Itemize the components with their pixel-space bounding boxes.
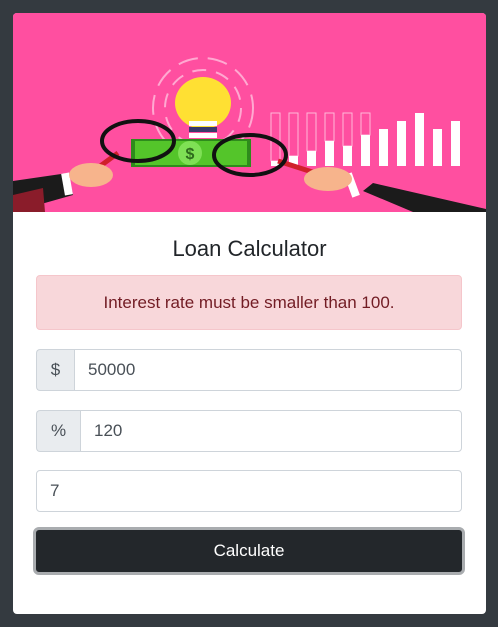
money-symbol: $: [186, 146, 195, 163]
money-search-illustration: $: [13, 13, 486, 212]
calculate-button[interactable]: Calculate: [33, 527, 465, 575]
loan-amount-input[interactable]: [74, 349, 462, 391]
page-title: Loan Calculator: [172, 236, 327, 261]
dollar-addon: $: [36, 349, 74, 391]
loan-calculator-card: $ Loan Calculator Interest rate must be …: [13, 13, 486, 614]
loan-amount-group: $: [36, 349, 462, 391]
loan-years-group: [36, 470, 462, 512]
hero-illustration: $: [13, 13, 486, 212]
money-bill-icon: $: [131, 139, 251, 167]
error-alert: Interest rate must be smaller than 100.: [36, 275, 462, 330]
interest-rate-input[interactable]: [80, 410, 462, 452]
percent-addon: %: [36, 410, 80, 452]
loan-years-input[interactable]: [36, 470, 462, 512]
error-alert-message: Interest rate must be smaller than 100.: [103, 292, 395, 312]
interest-rate-group: %: [36, 410, 462, 452]
